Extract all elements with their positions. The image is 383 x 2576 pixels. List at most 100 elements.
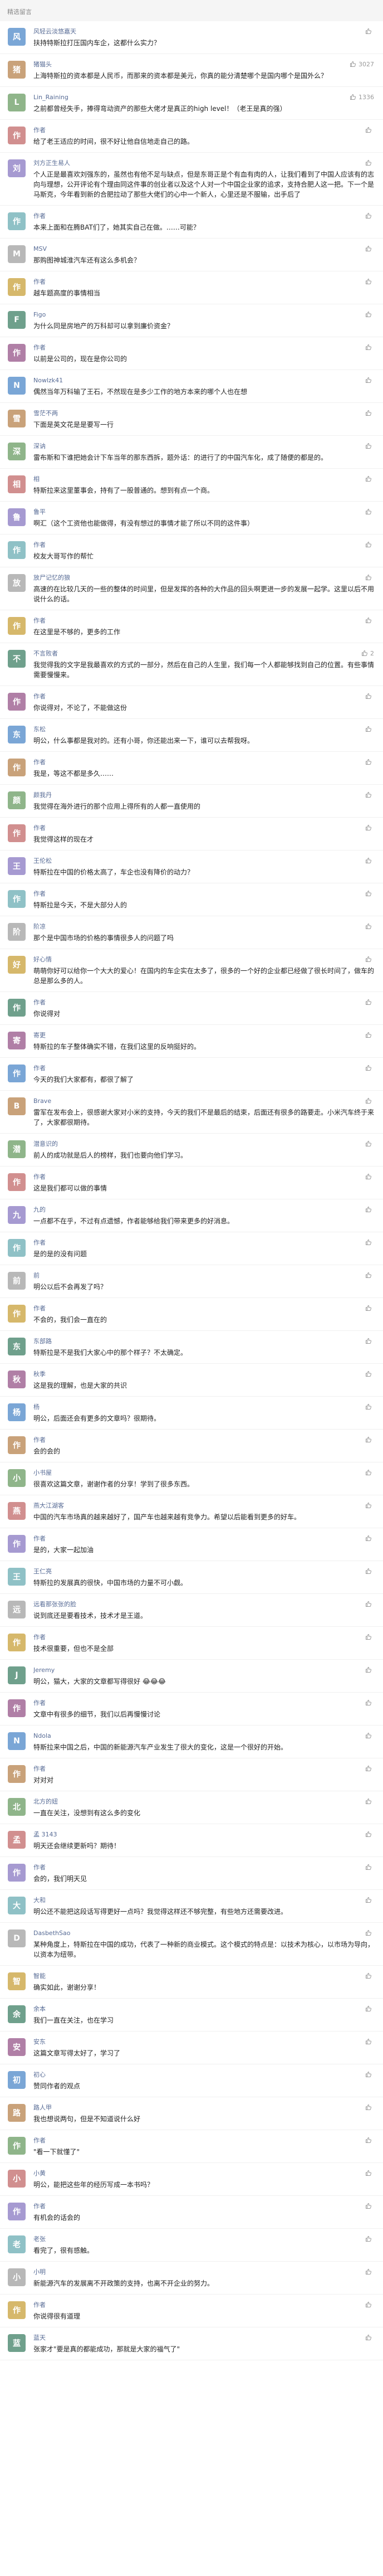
like-button[interactable] — [365, 159, 374, 166]
like-button[interactable] — [365, 1864, 374, 1870]
like-button[interactable] — [365, 1032, 374, 1038]
comment-author[interactable]: Lin_Raining — [33, 94, 68, 101]
comment-author[interactable]: 小书屋 — [33, 1468, 52, 1477]
avatar[interactable]: 刘 — [8, 159, 26, 177]
comment-author[interactable]: 刘方正生易人 — [33, 158, 70, 167]
like-button[interactable] — [365, 1173, 374, 1180]
comment-author[interactable]: 杨 — [33, 1402, 40, 1411]
avatar[interactable]: 余 — [8, 2005, 26, 2023]
like-button[interactable] — [365, 857, 374, 864]
avatar[interactable]: 作 — [8, 1634, 26, 1651]
comment-author[interactable]: 作者 — [33, 692, 46, 701]
avatar[interactable]: 远 — [8, 1601, 26, 1618]
comment-author[interactable]: 安东 — [33, 2037, 46, 2046]
avatar[interactable]: 寄 — [8, 1032, 26, 1049]
avatar[interactable]: 孟 — [8, 1831, 26, 1849]
comment-author[interactable]: 东部路 — [33, 1336, 52, 1345]
comment-author[interactable]: 远看那张张的脸 — [33, 1600, 76, 1608]
avatar[interactable]: D — [8, 1929, 26, 1947]
avatar[interactable]: 老 — [8, 2235, 26, 2253]
like-button[interactable] — [365, 443, 374, 449]
comment-author[interactable]: 作者 — [33, 2300, 46, 2309]
like-button[interactable] — [365, 2005, 374, 2012]
comment-author[interactable]: 东松 — [33, 725, 46, 733]
like-button[interactable] — [365, 127, 374, 133]
avatar[interactable]: 猪 — [8, 61, 26, 79]
avatar[interactable]: J — [8, 1666, 26, 1684]
avatar[interactable]: M — [8, 245, 26, 263]
comment-author[interactable]: 作者 — [33, 1435, 46, 1444]
like-button[interactable] — [365, 1666, 374, 1673]
comment-author[interactable]: 初心 — [33, 2070, 46, 2079]
like-button[interactable] — [365, 1831, 374, 1838]
avatar[interactable]: 阶 — [8, 923, 26, 941]
avatar[interactable]: 深 — [8, 443, 26, 460]
like-button[interactable] — [365, 344, 374, 351]
like-button[interactable] — [365, 212, 374, 219]
like-button[interactable] — [365, 1305, 374, 1311]
like-button[interactable] — [365, 1699, 374, 1706]
avatar[interactable]: 好 — [8, 956, 26, 974]
avatar[interactable]: 作 — [8, 1239, 26, 1257]
comment-author[interactable]: 余本 — [33, 2004, 46, 2013]
avatar[interactable]: 安 — [8, 2038, 26, 2056]
comment-author[interactable]: 鲁平 — [33, 507, 46, 516]
like-button[interactable] — [365, 1502, 374, 1509]
like-button[interactable] — [365, 1065, 374, 1071]
like-button[interactable] — [365, 1798, 374, 1805]
avatar[interactable]: 作 — [8, 2301, 26, 2319]
like-button[interactable] — [365, 2334, 374, 2341]
avatar[interactable]: L — [8, 94, 26, 111]
avatar[interactable]: 作 — [8, 1765, 26, 1783]
like-button[interactable] — [365, 377, 374, 383]
like-button[interactable] — [365, 2071, 374, 2078]
like-button[interactable] — [365, 2301, 374, 2308]
like-button[interactable]: 3027 — [350, 61, 374, 68]
comment-author[interactable]: 王伦松 — [33, 856, 52, 865]
like-button[interactable] — [365, 1403, 374, 1410]
like-button[interactable] — [365, 1897, 374, 1903]
avatar[interactable]: 作 — [8, 1305, 26, 1323]
avatar[interactable]: 颜 — [8, 791, 26, 809]
avatar[interactable]: 蓝 — [8, 2334, 26, 2352]
avatar[interactable]: 东 — [8, 726, 26, 743]
avatar[interactable]: 小 — [8, 2268, 26, 2286]
comment-author[interactable]: 九的 — [33, 1205, 46, 1214]
like-button[interactable] — [365, 1732, 374, 1739]
like-button[interactable] — [365, 2235, 374, 2242]
like-button[interactable] — [365, 1469, 374, 1476]
comment-author[interactable]: 北方的妞 — [33, 1797, 58, 1806]
avatar[interactable]: 鲁 — [8, 508, 26, 526]
comment-author[interactable]: Figo — [33, 311, 46, 318]
avatar[interactable]: 作 — [8, 344, 26, 362]
comment-author[interactable]: Ndola — [33, 1732, 51, 1739]
comment-author[interactable]: 不言败者 — [33, 649, 58, 658]
avatar[interactable]: 作 — [8, 278, 26, 296]
like-button[interactable] — [365, 890, 374, 897]
like-button[interactable] — [365, 824, 374, 831]
avatar[interactable]: 北 — [8, 1798, 26, 1816]
like-button[interactable] — [365, 28, 374, 35]
like-button[interactable]: 1336 — [350, 94, 374, 101]
like-button[interactable] — [365, 1206, 374, 1213]
comment-author[interactable]: 作者 — [33, 1063, 46, 1072]
like-button[interactable] — [365, 311, 374, 318]
comment-author[interactable]: 蓝天 — [33, 2333, 46, 2342]
comment-author[interactable]: 作者 — [33, 1172, 46, 1181]
comment-author[interactable]: 放尸记忆的狼 — [33, 573, 70, 582]
avatar[interactable]: 作 — [8, 824, 26, 842]
avatar[interactable]: 作 — [8, 999, 26, 1017]
like-button[interactable] — [365, 1370, 374, 1377]
comment-author[interactable]: 作者 — [33, 616, 46, 625]
like-button[interactable] — [365, 574, 374, 581]
comment-author[interactable]: 潜意识的 — [33, 1139, 58, 1148]
like-button[interactable] — [365, 245, 374, 252]
like-button[interactable] — [365, 1634, 374, 1640]
avatar[interactable]: 王 — [8, 1568, 26, 1586]
comment-author[interactable]: 孟 3143 — [33, 1830, 57, 1839]
comment-author[interactable]: 老张 — [33, 2234, 46, 2243]
avatar[interactable]: B — [8, 1097, 26, 1115]
comment-author[interactable]: 作者 — [33, 889, 46, 898]
like-button[interactable] — [365, 956, 374, 963]
comment-author[interactable]: 作者 — [33, 1863, 46, 1872]
